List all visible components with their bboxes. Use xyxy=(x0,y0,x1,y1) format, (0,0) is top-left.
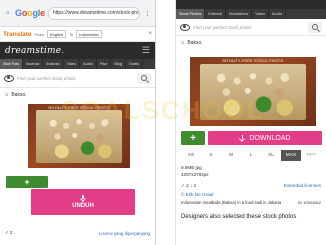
to-label: To xyxy=(69,31,74,37)
tab-audio[interactable]: Audio xyxy=(269,9,286,19)
tab-blog[interactable]: Blog xyxy=(111,59,127,69)
tab-editorial[interactable]: Editorial xyxy=(205,9,227,19)
size-s[interactable]: S xyxy=(201,150,221,161)
tab-video[interactable]: Video xyxy=(252,9,269,19)
breadcrumb: ⌂ Bakso. xyxy=(176,36,326,50)
search-input[interactable]: Find your perfect stock photo. xyxy=(193,25,305,30)
author-link[interactable]: © Erik De Graaf xyxy=(176,190,326,198)
size-max[interactable]: MAX xyxy=(281,150,301,161)
breadcrumb-current: Bakso. xyxy=(187,40,203,46)
browser-toolbar: ⌂ Google https://www.dreamstime.com/stoc… xyxy=(0,0,155,27)
eye-icon[interactable] xyxy=(180,23,190,31)
tab-video[interactable]: Video xyxy=(63,59,81,69)
photo-content xyxy=(36,110,122,163)
download-label: UNDUH xyxy=(72,203,94,209)
tab-stock-photos[interactable]: Stok Foto xyxy=(0,59,24,69)
file-size: 9.6MB jpg xyxy=(181,165,202,170)
photo-banner: ROYALTY-FREE STOCK PHOTO xyxy=(48,105,110,110)
size-xl[interactable]: XL xyxy=(261,150,281,161)
address-bar[interactable]: https://www.dreamstime.com/stock-photogr… xyxy=(47,6,140,20)
download-label: DOWNLOAD xyxy=(249,134,291,142)
home-icon[interactable]: ⌂ xyxy=(5,92,8,98)
breadcrumb-current: Bakso. xyxy=(11,91,27,98)
size-l[interactable]: L xyxy=(241,150,261,161)
photo-content xyxy=(200,63,306,121)
google-logo: Google xyxy=(15,8,45,18)
site-header: dreamstime. ☰ xyxy=(0,42,155,59)
caption-row: Indonesian meatballs (Bakso) in a food s… xyxy=(176,198,326,206)
photo-caption: Indonesian meatballs (Bakso) in a food s… xyxy=(181,199,282,205)
from-label: From xyxy=(34,31,44,37)
eye-icon[interactable] xyxy=(4,74,14,82)
download-icon xyxy=(80,195,86,201)
left-phone-screen: ⌂ Google https://www.dreamstime.com/stoc… xyxy=(0,0,156,245)
download-icon xyxy=(239,135,245,141)
download-button[interactable]: DOWNLOAD xyxy=(208,131,322,145)
add-to-lightbox-button[interactable]: + xyxy=(6,176,48,188)
divider xyxy=(156,0,175,245)
size-tiff[interactable]: TIFF xyxy=(301,150,321,161)
more-vert-icon[interactable]: ⋮ xyxy=(143,9,152,18)
close-icon[interactable]: × xyxy=(148,31,152,37)
dreamstime-logo[interactable]: dreamstime. xyxy=(5,46,64,56)
to-language-select[interactable]: Indonesian xyxy=(76,30,102,38)
tab-free[interactable]: Gratis xyxy=(126,59,144,69)
counts: ✓ 2 xyxy=(5,230,13,235)
search-button[interactable] xyxy=(137,72,151,84)
menu-icon[interactable]: ☰ xyxy=(142,45,150,56)
stock-photo[interactable]: ROYALTY-FREE STOCK PHOTO xyxy=(190,57,316,126)
search-bar: Find your perfect stock photo. xyxy=(176,19,326,36)
size-m[interactable]: M xyxy=(221,150,241,161)
category-tabs: Stok Foto Ilustrasi Ilustrasi Video Audi… xyxy=(0,59,155,69)
right-phone-screen: Stock Photos Editorial Illustrations Vid… xyxy=(175,0,326,245)
counts: ✓ 2 ↓ 2 xyxy=(181,182,197,188)
tab-illustrations[interactable]: Ilustrasi xyxy=(23,59,44,69)
search-bar: Find your perfect stock photo. xyxy=(0,69,155,88)
search-icon xyxy=(141,75,147,81)
search-input[interactable]: Find your perfect stock photo. xyxy=(17,76,134,81)
tab-features[interactable]: Fitur xyxy=(97,59,112,69)
photo-banner: ROYALTY-FREE STOCK PHOTO xyxy=(222,59,284,64)
related-heading: Designers also selected these stock phot… xyxy=(181,214,297,220)
site-header xyxy=(176,0,326,9)
tab-illustrations-2[interactable]: Ilustrasi xyxy=(43,59,64,69)
license-row: ✓ 2 Lisensi yang diperpanjang xyxy=(0,228,155,238)
size-xs[interactable]: XS xyxy=(181,150,201,161)
extended-license-link[interactable]: Extended licenses xyxy=(284,183,321,188)
translate-bar: Translate From English To Indonesian × xyxy=(0,27,155,42)
translate-label: Translate xyxy=(3,30,32,38)
license-row: ✓ 2 ↓ 2 Extended licenses xyxy=(176,181,326,190)
size-options: XS S M L XL MAX TIFF xyxy=(176,150,326,161)
add-to-lightbox-button[interactable]: + xyxy=(181,131,205,145)
search-icon xyxy=(312,24,318,30)
search-button[interactable] xyxy=(308,21,322,33)
download-button[interactable]: UNDUH xyxy=(31,189,135,215)
home-icon[interactable]: ⌂ xyxy=(181,40,184,46)
home-icon[interactable]: ⌂ xyxy=(3,9,12,18)
from-language-select[interactable]: English xyxy=(46,30,67,38)
tab-audio[interactable]: Audio xyxy=(80,59,97,69)
category-tabs: Stock Photos Editorial Illustrations Vid… xyxy=(176,9,326,19)
file-dimensions: 4297x2793px xyxy=(181,172,209,177)
photo-id: ID 10904842 xyxy=(298,199,321,205)
extended-license-link[interactable]: Lisensi yang diperpanjang xyxy=(99,231,150,236)
stock-photo[interactable]: ROYALTY-FREE STOCK PHOTO xyxy=(28,104,130,168)
tab-illustrations[interactable]: Illustrations xyxy=(226,9,253,19)
breadcrumb: ⌂ Bakso. xyxy=(0,88,155,101)
tab-stock-photos[interactable]: Stock Photos xyxy=(176,9,206,19)
